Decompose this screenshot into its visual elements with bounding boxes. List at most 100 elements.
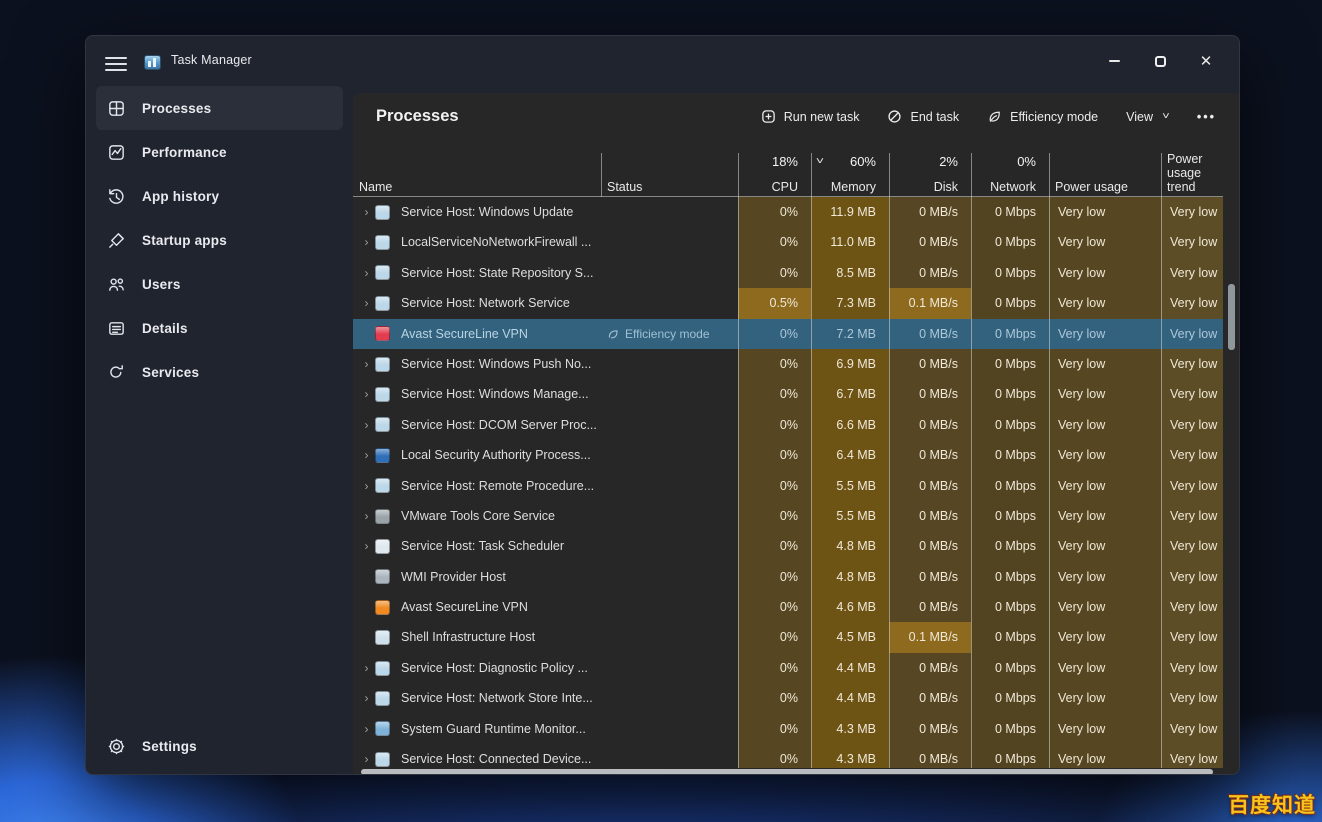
expand-chevron-icon[interactable]: › bbox=[358, 258, 375, 288]
sidebar-item-performance[interactable]: Performance bbox=[96, 130, 343, 174]
process-name: System Guard Runtime Monitor... bbox=[401, 714, 586, 744]
process-name: Avast SecureLine VPN bbox=[401, 592, 528, 622]
process-icon bbox=[375, 721, 390, 736]
status-cell bbox=[601, 744, 738, 768]
status-cell bbox=[601, 197, 738, 227]
disk-cell: 0 MB/s bbox=[889, 531, 971, 561]
process-row[interactable]: ›Avast SecureLine VPNEfficiency mode0%7.… bbox=[353, 319, 1223, 349]
close-button[interactable]: ✕ bbox=[1183, 36, 1229, 86]
process-row[interactable]: ›Service Host: DCOM Server Proc...0%6.6 … bbox=[353, 410, 1223, 440]
power-trend-cell: Very low bbox=[1161, 258, 1223, 288]
expand-chevron-icon[interactable]: › bbox=[358, 349, 375, 379]
power-trend-cell: Very low bbox=[1161, 197, 1223, 227]
column-header-pow[interactable]: Power usage bbox=[1049, 153, 1161, 197]
expand-chevron-icon[interactable]: › bbox=[358, 683, 375, 713]
sidebar-item-users[interactable]: Users bbox=[96, 262, 343, 306]
process-row[interactable]: ›Service Host: Network Service0.5%7.3 MB… bbox=[353, 288, 1223, 318]
process-row[interactable]: ›Service Host: Network Store Inte...0%4.… bbox=[353, 683, 1223, 713]
hamburger-menu-icon[interactable] bbox=[101, 51, 131, 77]
process-row[interactable]: ›LocalServiceNoNetworkFirewall ...0%11.0… bbox=[353, 227, 1223, 257]
expand-chevron-icon[interactable]: › bbox=[358, 471, 375, 501]
memory-cell: 4.6 MB bbox=[811, 592, 889, 622]
view-button[interactable]: View˅ bbox=[1126, 110, 1169, 124]
column-header-status[interactable]: Status bbox=[601, 153, 738, 197]
process-row[interactable]: ›Service Host: Task Scheduler0%4.8 MB0 M… bbox=[353, 531, 1223, 561]
process-row[interactable]: ›Service Host: Connected Device...0%4.3 … bbox=[353, 744, 1223, 768]
column-header-name[interactable]: Name bbox=[353, 153, 601, 197]
network-cell: 0 Mbps bbox=[971, 501, 1049, 531]
power-trend-cell: Very low bbox=[1161, 379, 1223, 409]
network-cell: 0 Mbps bbox=[971, 562, 1049, 592]
expand-chevron-icon[interactable]: › bbox=[358, 227, 375, 257]
memory-cell: 4.4 MB bbox=[811, 653, 889, 683]
run-new-task-button[interactable]: Run new task bbox=[761, 109, 860, 124]
column-label: Status bbox=[601, 180, 738, 194]
network-cell: 0 Mbps bbox=[971, 744, 1049, 768]
sidebar-item-details[interactable]: Details bbox=[96, 306, 343, 350]
process-row[interactable]: ›Service Host: State Repository S...0%8.… bbox=[353, 258, 1223, 288]
memory-cell: 7.3 MB bbox=[811, 288, 889, 318]
titlebar: Task Manager ✕ bbox=[86, 36, 1239, 86]
cpu-cell: 0% bbox=[738, 440, 811, 470]
process-row[interactable]: ›Service Host: Remote Procedure...0%5.5 … bbox=[353, 471, 1223, 501]
network-cell: 0 Mbps bbox=[971, 227, 1049, 257]
process-row[interactable]: ›System Guard Runtime Monitor...0%4.3 MB… bbox=[353, 714, 1223, 744]
run-new-task-icon bbox=[761, 109, 776, 124]
separator bbox=[811, 153, 812, 768]
process-row[interactable]: ›Service Host: Windows Update0%11.9 MB0 … bbox=[353, 197, 1223, 227]
window-controls: ✕ bbox=[1091, 36, 1229, 86]
sidebar-item-settings[interactable]: Settings bbox=[96, 724, 343, 768]
sidebar-item-startup-apps[interactable]: Startup apps bbox=[96, 218, 343, 262]
expand-chevron-icon[interactable]: › bbox=[358, 197, 375, 227]
network-cell: 0 Mbps bbox=[971, 410, 1049, 440]
process-row[interactable]: ›Local Security Authority Process...0%6.… bbox=[353, 440, 1223, 470]
expand-chevron-icon[interactable]: › bbox=[358, 288, 375, 318]
column-header-tr[interactable]: Power usage trend bbox=[1161, 153, 1223, 197]
expand-chevron-icon[interactable]: › bbox=[358, 744, 375, 768]
process-row[interactable]: ›Shell Infrastructure Host0%4.5 MB0.1 MB… bbox=[353, 622, 1223, 652]
power-trend-cell: Very low bbox=[1161, 319, 1223, 349]
expand-chevron-icon[interactable]: › bbox=[358, 531, 375, 561]
column-header-net[interactable]: 0%Network bbox=[971, 153, 1049, 197]
sidebar: ProcessesPerformanceApp historyStartup a… bbox=[86, 86, 353, 774]
name-cell: ›Service Host: State Repository S... bbox=[353, 258, 601, 288]
expand-chevron-icon[interactable]: › bbox=[358, 714, 375, 744]
memory-cell: 4.8 MB bbox=[811, 531, 889, 561]
column-header-mem[interactable]: 60%˅Memory bbox=[811, 153, 889, 197]
name-cell: › System Guard Runtime Monitor... bbox=[353, 714, 601, 744]
expand-chevron-icon[interactable]: › bbox=[358, 410, 375, 440]
page-title: Processes bbox=[376, 107, 459, 126]
process-icon bbox=[375, 326, 390, 341]
column-header-cpu[interactable]: 18%CPU bbox=[738, 153, 811, 197]
maximize-button[interactable] bbox=[1137, 36, 1183, 86]
network-cell: 0 Mbps bbox=[971, 592, 1049, 622]
expand-chevron-icon[interactable]: › bbox=[358, 379, 375, 409]
expand-chevron-icon[interactable]: › bbox=[358, 653, 375, 683]
sidebar-item-processes[interactable]: Processes bbox=[96, 86, 343, 130]
column-label: Memory bbox=[811, 180, 889, 194]
name-cell: ›Service Host: Windows Push No... bbox=[353, 349, 601, 379]
process-row[interactable]: ›Service Host: Diagnostic Policy ...0%4.… bbox=[353, 653, 1223, 683]
sidebar-item-services[interactable]: Services bbox=[96, 350, 343, 394]
more-button[interactable]: ••• bbox=[1197, 110, 1216, 124]
name-cell: ›Service Host: DCOM Server Proc... bbox=[353, 410, 601, 440]
process-row[interactable]: ›Service Host: Windows Push No...0%6.9 M… bbox=[353, 349, 1223, 379]
process-row[interactable]: ›Service Host: Windows Manage...0%6.7 MB… bbox=[353, 379, 1223, 409]
process-row[interactable]: ›Avast SecureLine VPN0%4.6 MB0 MB/s0 Mbp… bbox=[353, 592, 1223, 622]
minimize-button[interactable] bbox=[1091, 36, 1137, 86]
disk-cell: 0 MB/s bbox=[889, 197, 971, 227]
process-row[interactable]: ›VMware Tools Core Service0%5.5 MB0 MB/s… bbox=[353, 501, 1223, 531]
users-icon bbox=[106, 274, 126, 294]
sidebar-item-app-history[interactable]: App history bbox=[96, 174, 343, 218]
end-task-button[interactable]: End task bbox=[887, 109, 959, 124]
column-header-disk[interactable]: 2%Disk bbox=[889, 153, 971, 197]
expand-chevron-icon[interactable]: › bbox=[358, 501, 375, 531]
horizontal-scrollbar[interactable] bbox=[361, 769, 1213, 775]
process-row[interactable]: ›WMI Provider Host0%4.8 MB0 MB/s0 MbpsVe… bbox=[353, 562, 1223, 592]
expand-chevron-icon[interactable]: › bbox=[358, 440, 375, 470]
status-cell bbox=[601, 227, 738, 257]
vertical-scrollbar[interactable] bbox=[1228, 284, 1235, 350]
status-cell: Efficiency mode bbox=[601, 319, 738, 349]
efficiency-mode-button[interactable]: Efficiency mode bbox=[987, 109, 1098, 124]
power-usage-cell: Very low bbox=[1049, 288, 1161, 318]
